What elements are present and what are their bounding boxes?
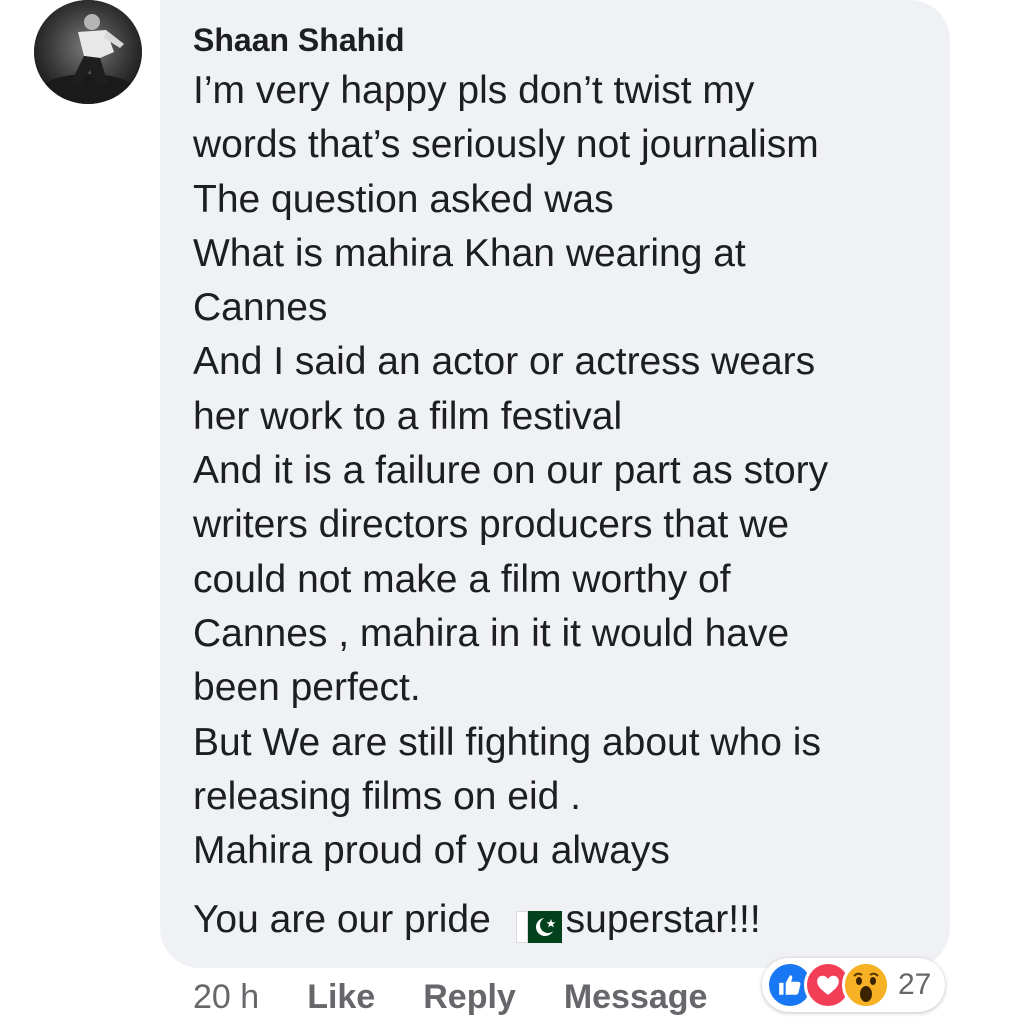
comment-line: been perfect. <box>193 666 421 710</box>
message-button[interactable]: Message <box>564 978 708 1017</box>
comment-line: What is mahira Khan wearing at <box>193 231 746 275</box>
comment-text-after-flag: superstar!!! <box>565 898 761 941</box>
comment-line: The question asked was <box>193 177 614 221</box>
wow-icon <box>842 961 890 1009</box>
like-button[interactable]: Like <box>307 978 375 1017</box>
profile-photo <box>34 0 142 104</box>
comment-line: And it is a failure on our part as story <box>193 449 829 493</box>
comment-line: could not make a film worthy of <box>193 557 731 601</box>
comment-timestamp[interactable]: 20 h <box>193 978 259 1017</box>
comment-line: But We are still fighting about who is <box>193 720 821 764</box>
comment-line: I’m very happy pls don’t twist my <box>193 69 755 112</box>
reaction-count: 27 <box>898 968 932 1001</box>
reply-button[interactable]: Reply <box>423 978 516 1017</box>
comment-line: her work to a film festival <box>193 394 623 438</box>
comment-last-line: You are our pride superstar!!! <box>193 893 761 947</box>
reactions-summary[interactable]: 27 <box>762 958 946 1012</box>
avatar[interactable] <box>34 0 142 104</box>
comment-line: And I said an actor or actress wears <box>193 340 816 384</box>
comment-actions: 20 h Like Reply Message <box>193 978 755 1018</box>
comment-line: words that’s seriously not journalism <box>193 123 819 167</box>
comment-line: releasing films on eid . <box>193 774 582 818</box>
comment-line: Cannes , mahira in it it would have <box>193 611 790 655</box>
comment-text-before-flag: You are our pride <box>193 898 502 941</box>
comment-body: I’m very happy pls don’t twist my words … <box>193 64 933 878</box>
comment-line: Mahira proud of you always <box>193 829 670 873</box>
pakistan-flag-icon <box>515 904 563 944</box>
comment-line: writers directors producers that we <box>193 503 790 547</box>
comment-author[interactable]: Shaan Shahid <box>193 22 405 58</box>
comment-line: Cannes <box>193 286 328 330</box>
